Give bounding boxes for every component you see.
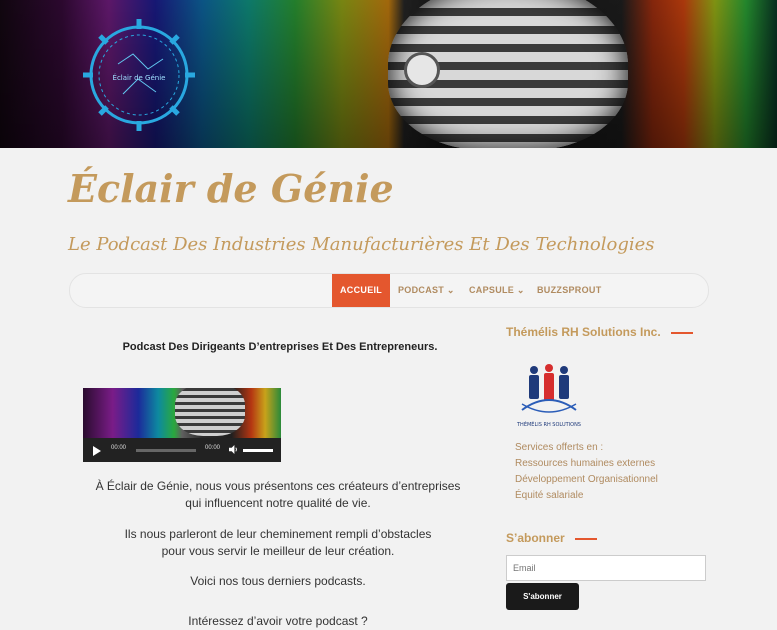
intro-line-4: pour vous servir le meilleur de leur cré… <box>161 544 395 558</box>
nav-item-podcast[interactable]: PODCAST ⌄ <box>390 274 463 307</box>
nav-item-capsule[interactable]: CAPSULE ⌄ <box>461 274 533 307</box>
player-controls: 00:00 00:00 <box>83 438 281 462</box>
audio-player: 00:00 00:00 <box>83 388 281 462</box>
progress-slider[interactable] <box>136 449 196 452</box>
intro-line-2: qui influencent notre qualité de vie. <box>185 496 371 510</box>
logo-text: Éclair de Génie <box>113 73 166 82</box>
site-title[interactable]: Éclair de Génie <box>68 166 394 211</box>
header-banner: Éclair de Génie <box>0 0 777 148</box>
widget-title-subscribe: S’abonner <box>506 531 597 545</box>
service-heading: Services offerts en : <box>515 442 604 453</box>
play-icon[interactable] <box>93 446 101 456</box>
nav-item-buzzsprout[interactable]: BUZZSPROUT <box>529 274 610 307</box>
site-logo-gear-icon[interactable]: Éclair de Génie <box>78 14 200 136</box>
service-item: Développement Organisationnel <box>515 474 658 485</box>
volume-icon[interactable] <box>229 445 238 454</box>
main-heading: Podcast Des Dirigeants D’entreprises Et … <box>122 341 438 353</box>
themelis-logo-icon[interactable]: THÉMÉLIS RH SOLUTIONS <box>514 360 584 432</box>
microphone-highlight <box>404 52 440 88</box>
site-description: Le Podcast Des Industries Manufacturière… <box>68 234 655 255</box>
player-artwork-microphone <box>175 388 245 436</box>
service-item: Ressources humaines externes <box>515 458 656 469</box>
intro-line-1: À Éclair de Génie, nous vous présentons … <box>95 479 461 493</box>
email-field[interactable] <box>506 555 706 581</box>
duration-time: 00:00 <box>205 445 221 451</box>
widget-title-themelis: Thémélis RH Solutions Inc. <box>506 325 693 339</box>
volume-slider[interactable] <box>243 449 273 452</box>
subscribe-button[interactable]: S'abonner <box>506 583 579 610</box>
service-item: Équité salariale <box>515 490 584 501</box>
intro-line-3: Ils nous parleront de leur cheminement r… <box>124 527 432 541</box>
intro-line-5: Voici nos tous derniers podcasts. <box>190 574 366 588</box>
current-time: 00:00 <box>111 445 127 451</box>
intro-line-6: Intéressez d’avoir votre podcast ? <box>188 614 368 628</box>
main-navigation: ACCUEIL PODCAST ⌄ CAPSULE ⌄ BUZZSPROUT <box>69 273 709 308</box>
nav-item-accueil[interactable]: ACCUEIL <box>332 274 391 307</box>
themelis-logo-caption: THÉMÉLIS RH SOLUTIONS <box>516 420 581 428</box>
